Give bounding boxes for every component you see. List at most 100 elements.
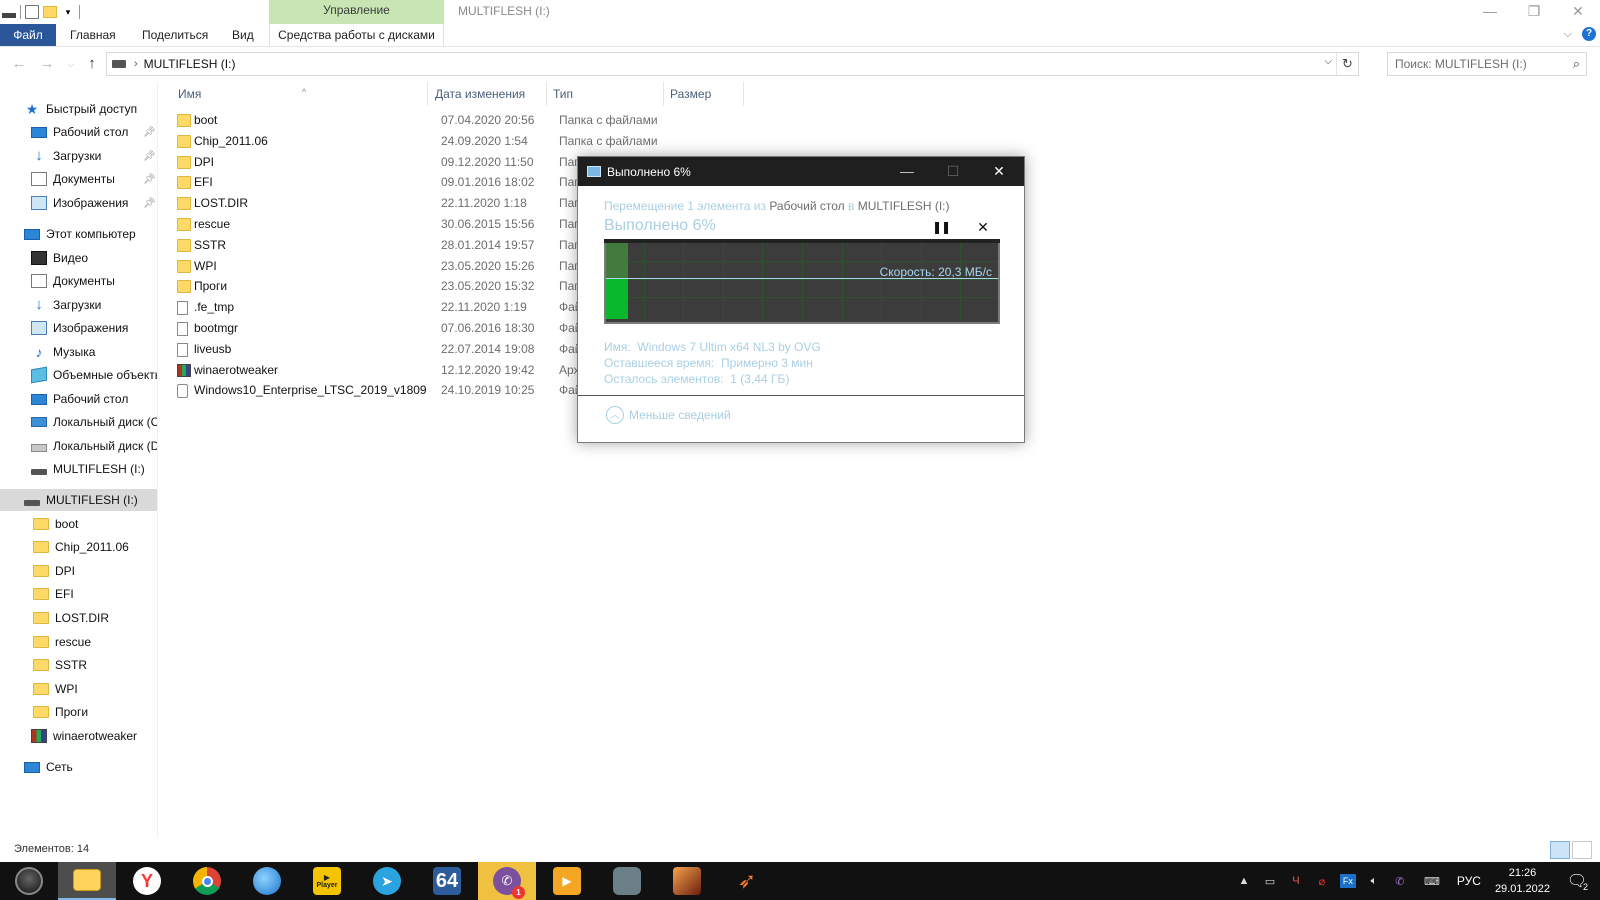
start-button[interactable]: [0, 862, 58, 900]
pin-icon[interactable]: 📌︎: [143, 127, 156, 138]
language-indicator[interactable]: РУС: [1457, 874, 1481, 888]
restore-icon[interactable]: ❐: [1512, 0, 1556, 22]
taskbar-media-player[interactable]: ▶: [538, 862, 596, 900]
nav-network[interactable]: Сеть: [0, 756, 157, 778]
nav-pc-drive-i[interactable]: MULTIFLESH (I:): [0, 458, 157, 480]
refresh-icon[interactable]: ↻: [1336, 53, 1358, 75]
nav-pc-documents[interactable]: Документы: [0, 270, 157, 292]
file-row[interactable]: boot 07.04.2020 20:56 Папка с файлами: [172, 110, 1592, 131]
nav-drive-folder[interactable]: Проги: [0, 701, 157, 723]
large-icons-view-icon[interactable]: [1572, 841, 1592, 859]
details-view-icon[interactable]: [1550, 841, 1570, 859]
taskbar-telegram[interactable]: ➤: [358, 862, 416, 900]
taskbar-file-explorer[interactable]: [58, 862, 116, 900]
pin-icon[interactable]: 📌︎: [143, 174, 156, 185]
nav-pc-3d-objects[interactable]: Объемные объекты: [0, 364, 157, 386]
folder-icon: [177, 155, 191, 169]
nav-drive-multiflesh[interactable]: MULTIFLESH (I:): [0, 489, 157, 511]
nav-drive-folder[interactable]: EFI: [0, 583, 157, 605]
battery-icon[interactable]: Ч: [1288, 874, 1304, 888]
file-row[interactable]: Chip_2011.06 24.09.2020 1:54 Папка с файла…: [172, 131, 1592, 152]
search-input[interactable]: Поиск: MULTIFLESH (I:) ⌕: [1387, 52, 1587, 76]
nav-drive-folder[interactable]: SSTR: [0, 654, 157, 676]
nav-drive-archive[interactable]: winaerotweaker: [0, 725, 157, 747]
breadcrumb-separator-icon[interactable]: ›: [134, 58, 138, 70]
nav-pc-desktop[interactable]: Рабочий стол: [0, 388, 157, 410]
nav-drive-folder[interactable]: Chip_2011.06: [0, 536, 157, 558]
taskbar-game-robot[interactable]: [598, 862, 656, 900]
nav-pc-pictures[interactable]: Изображения: [0, 317, 157, 339]
pin-icon[interactable]: 📌︎: [143, 151, 156, 162]
minimize-icon[interactable]: —: [888, 160, 926, 182]
nav-drive-folder[interactable]: DPI: [0, 560, 157, 582]
back-arrow-icon[interactable]: ←: [10, 55, 28, 73]
clock[interactable]: 21:26 29.01.2022: [1495, 865, 1550, 897]
nav-label: Загрузки: [53, 149, 102, 163]
folder-icon: [33, 588, 49, 600]
search-icon[interactable]: ⌕: [1573, 56, 1580, 72]
taskbar-game-warrior[interactable]: [658, 862, 716, 900]
taskbar-yandex-browser[interactable]: Y: [118, 862, 176, 900]
nav-qa-pictures[interactable]: Изображения 📌︎: [0, 192, 157, 214]
nav-drive-folder[interactable]: LOST.DIR: [0, 607, 157, 629]
nav-quick-access[interactable]: ★ Быстрый доступ: [0, 98, 157, 120]
close-icon[interactable]: ✕: [1556, 0, 1600, 22]
column-header-date[interactable]: Дата изменения: [429, 82, 547, 106]
help-icon[interactable]: ?: [1582, 27, 1596, 41]
show-hidden-icons-icon[interactable]: ▲: [1236, 874, 1252, 888]
new-folder-icon[interactable]: [43, 6, 57, 18]
breadcrumb-current[interactable]: MULTIFLESH (I:): [144, 57, 236, 71]
nav-pc-music[interactable]: ♪ Музыка: [0, 341, 157, 363]
minimize-icon[interactable]: —: [1468, 0, 1512, 22]
viber-tray-icon[interactable]: ✆: [1392, 874, 1408, 888]
nav-pc-drive-c[interactable]: Локальный диск (C:): [0, 411, 157, 433]
nav-qa-desktop[interactable]: Рабочий стол 📌︎: [0, 121, 157, 143]
column-header-type[interactable]: Тип: [547, 82, 664, 106]
taskbar-app-arrow[interactable]: ➶: [718, 862, 776, 900]
nav-qa-downloads[interactable]: ↓ Загрузки 📌︎: [0, 145, 157, 167]
fx-icon[interactable]: Fx: [1339, 874, 1356, 888]
nav-drive-folder[interactable]: WPI: [0, 678, 157, 700]
nav-drive-folder[interactable]: rescue: [0, 631, 157, 653]
taskbar-viber[interactable]: ✆ 1: [478, 862, 536, 900]
address-bar[interactable]: › MULTIFLESH (I:) ⌵ ↻: [106, 52, 1359, 76]
network-icon[interactable]: ▭: [1262, 874, 1278, 888]
address-dropdown-icon[interactable]: ⌵: [1324, 56, 1332, 67]
source-link[interactable]: Рабочий стол: [769, 199, 844, 213]
less-details-button[interactable]: ︿ Меньше сведений: [606, 406, 731, 424]
keyboard-icon[interactable]: ⌨: [1418, 874, 1446, 888]
taskbar-chrome[interactable]: [178, 862, 236, 900]
antivirus-icon[interactable]: ⌀: [1314, 874, 1330, 888]
nav-pc-videos[interactable]: Видео: [0, 247, 157, 269]
taskbar-player[interactable]: ▶ Player: [298, 862, 356, 900]
player-label: Player: [316, 882, 338, 889]
forward-arrow-icon[interactable]: →: [38, 55, 56, 73]
nav-this-pc[interactable]: Этот компьютер: [0, 223, 157, 245]
tab-home[interactable]: Главная: [60, 24, 126, 46]
nav-pc-drive-d[interactable]: Локальный диск (D:): [0, 435, 157, 457]
file-type: Папка с файлами: [559, 133, 658, 148]
volume-icon[interactable]: 🔈︎: [1366, 874, 1382, 888]
column-header-name[interactable]: Имя ^: [172, 82, 428, 106]
nav-pc-downloads[interactable]: ↓ Загрузки: [0, 294, 157, 316]
nav-qa-documents[interactable]: Документы 📌︎: [0, 168, 157, 190]
properties-icon[interactable]: [25, 5, 39, 19]
cancel-icon[interactable]: ✕: [976, 220, 990, 234]
tab-view[interactable]: Вид: [222, 24, 264, 46]
taskbar-aida64[interactable]: 64: [418, 862, 476, 900]
tab-file[interactable]: Файл: [0, 24, 56, 46]
notifications-button[interactable]: 🗨︎ 2: [1562, 869, 1592, 893]
expand-ribbon-icon[interactable]: ⌵: [1564, 28, 1572, 41]
destination-link[interactable]: MULTIFLESH (I:): [858, 199, 950, 213]
tab-share[interactable]: Поделиться: [132, 24, 218, 46]
pin-icon[interactable]: 📌︎: [143, 198, 156, 209]
customize-toolbar-icon[interactable]: ▾: [61, 5, 75, 19]
nav-drive-folder[interactable]: boot: [0, 513, 157, 535]
taskbar-browser[interactable]: [238, 862, 296, 900]
tab-drive-tools[interactable]: Средства работы с дисками: [269, 24, 444, 46]
column-header-size[interactable]: Размер: [664, 82, 744, 106]
pause-icon[interactable]: ❚❚: [932, 220, 951, 234]
up-arrow-icon[interactable]: ↑: [83, 55, 101, 73]
close-icon[interactable]: ✕: [980, 160, 1018, 182]
recent-locations-icon[interactable]: ⌵: [62, 55, 80, 73]
